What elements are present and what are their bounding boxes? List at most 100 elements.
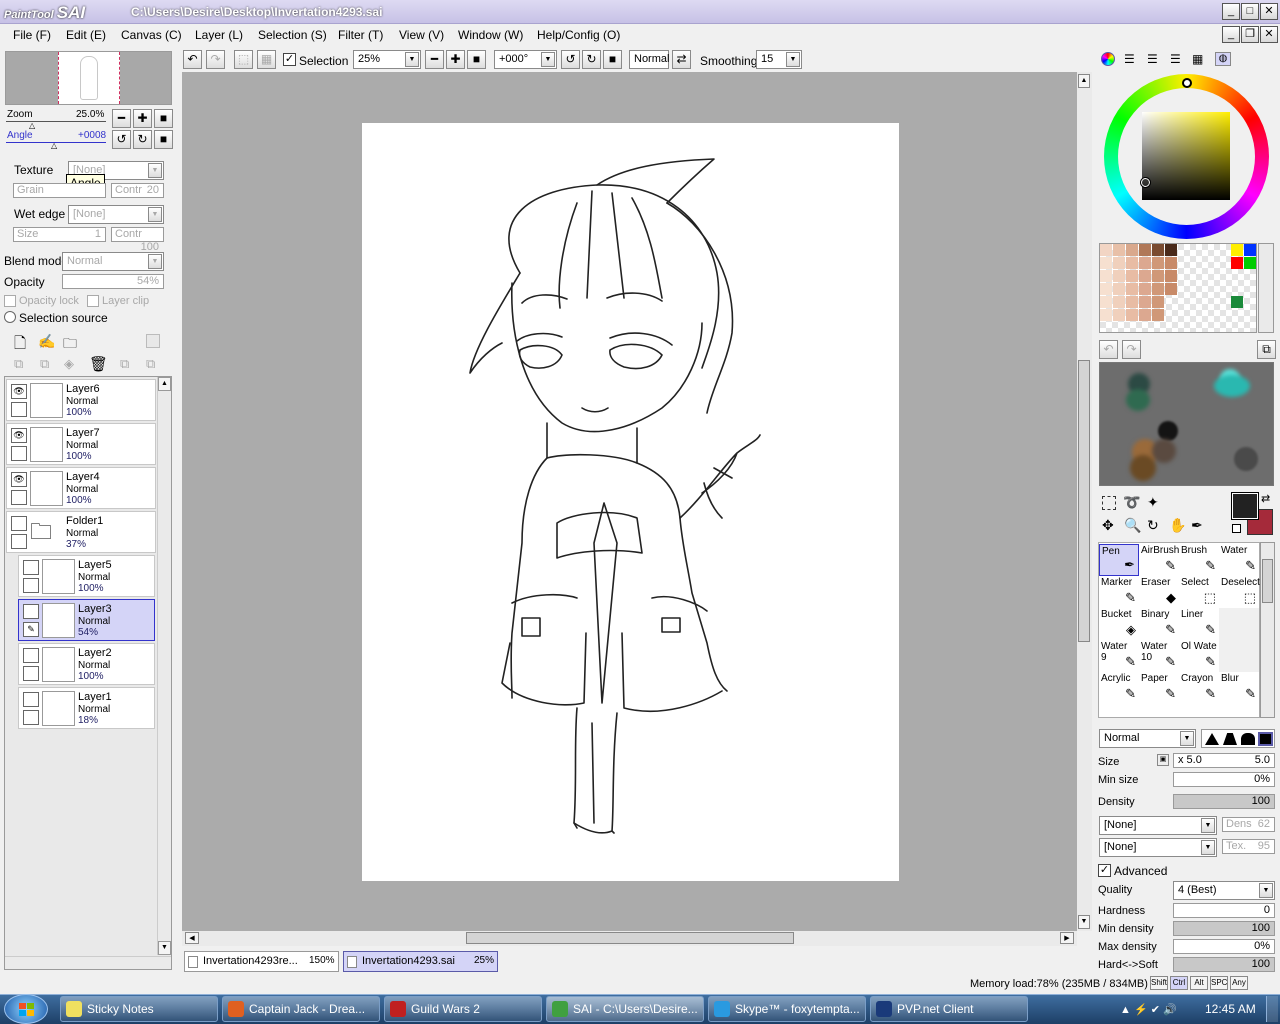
color-swatch[interactable] <box>1165 257 1177 269</box>
rgb-slider-tab-icon[interactable]: ☰ <box>1124 52 1135 66</box>
merge-down-icon[interactable]: ⧉ <box>14 356 23 372</box>
layer-panel-option-icon[interactable] <box>146 334 160 348</box>
toolbar-zoom-in-button[interactable]: ✚ <box>446 50 465 69</box>
wet-edge-select[interactable]: [None] ▼ <box>68 205 164 224</box>
move-tool-icon[interactable]: ✥ <box>1102 517 1114 534</box>
toolbar-rotate-left-button[interactable]: ↺ <box>561 50 580 69</box>
tool-liner[interactable]: Liner ✎ <box>1179 608 1219 640</box>
zoom-slider[interactable] <box>6 121 106 122</box>
scratchpad-tab-icon[interactable]: ◍ <box>1215 52 1231 66</box>
menu-file[interactable]: File (F) <box>13 28 51 42</box>
scratchpad[interactable] <box>1099 362 1274 486</box>
swatch-blue[interactable] <box>1244 244 1256 256</box>
color-swatch[interactable] <box>1100 296 1112 308</box>
layer-item[interactable]: 🗀 Folder1 Normal 37% <box>6 511 156 553</box>
color-swatch[interactable] <box>1113 257 1125 269</box>
taskbar-item[interactable]: Sticky Notes <box>60 996 218 1022</box>
scratchpad-clear-button[interactable]: ⧉ <box>1257 340 1276 359</box>
tool-bucket[interactable]: Bucket ◈ <box>1099 608 1139 640</box>
menu-filter[interactable]: Filter (T) <box>338 28 383 42</box>
tool-ol-wate[interactable]: Ol Wate ✎ <box>1179 640 1219 672</box>
flip-view-button[interactable]: ⇄ <box>672 50 691 69</box>
tool-marker[interactable]: Marker ✎ <box>1099 576 1139 608</box>
layer-item[interactable]: 👁 Layer4 Normal 100% <box>6 467 156 509</box>
layer-visibility-toggle[interactable]: 👁 <box>11 384 27 399</box>
menu-selection[interactable]: Selection (S) <box>258 28 327 42</box>
color-swatch[interactable] <box>1152 283 1164 295</box>
color-swatch[interactable] <box>1152 257 1164 269</box>
doc-tab-1[interactable]: Invertation4293re... 150% <box>184 951 339 972</box>
zoom-in-button[interactable]: ✚ <box>133 109 152 128</box>
brush-texture-strength[interactable]: Tex. 95 <box>1222 839 1275 854</box>
rect-select-tool-icon[interactable] <box>1102 496 1116 510</box>
color-swatch[interactable] <box>1100 244 1112 256</box>
hue-handle[interactable] <box>1182 78 1192 88</box>
color-swatch[interactable] <box>1126 257 1138 269</box>
color-swatch[interactable] <box>1113 296 1125 308</box>
advanced-checkbox[interactable]: ✓ <box>1098 864 1111 877</box>
new-folder-icon[interactable]: 🗀 <box>63 333 77 357</box>
swatch-red[interactable] <box>1231 257 1243 269</box>
color-swatch[interactable] <box>1165 270 1177 282</box>
tool-grid-scroll-thumb[interactable] <box>1262 559 1273 603</box>
taskbar-item[interactable]: Captain Jack - Drea... <box>222 996 380 1022</box>
color-swatch[interactable] <box>1126 296 1138 308</box>
layer-scroll-down-button[interactable]: ▼ <box>158 941 171 955</box>
layer-visibility-toggle[interactable] <box>23 692 39 707</box>
tool-grid-scrollbar[interactable] <box>1260 542 1275 718</box>
close-button[interactable]: ✕ <box>1260 3 1278 20</box>
canvas-vscrollbar[interactable]: ▲ ▼ <box>1077 72 1092 931</box>
toolbar-rotate-reset-button[interactable]: ■ <box>603 50 622 69</box>
layer-lock-toggle[interactable] <box>11 490 27 505</box>
swatch-yellow[interactable] <box>1231 244 1243 256</box>
color-swatch[interactable] <box>1139 283 1151 295</box>
layer-visibility-toggle[interactable]: 👁 <box>11 428 27 443</box>
min-density-slider[interactable]: 100 <box>1173 921 1275 936</box>
doc-restore-button[interactable]: ❐ <box>1241 26 1259 43</box>
swatch-scrollbar[interactable] <box>1258 243 1274 333</box>
wet-size-field[interactable]: Size 1 <box>13 227 106 242</box>
zoom-out-button[interactable]: ━ <box>112 109 131 128</box>
tool-blur[interactable]: Blur ✎ <box>1219 672 1259 704</box>
delete-layer-icon[interactable]: 🗑 <box>89 355 108 373</box>
color-swatch[interactable] <box>1126 283 1138 295</box>
canvas-hscrollbar[interactable]: ◀ ▶ <box>182 931 1077 946</box>
brush-shape-flat-icon[interactable] <box>1258 732 1273 746</box>
hsv-slider-tab-icon[interactable]: ☰ <box>1147 52 1158 66</box>
layer-item[interactable]: ✎ Layer3 Normal 54% <box>18 599 155 641</box>
swatch-tab-icon[interactable]: ▦ <box>1192 52 1203 66</box>
layer-lock-toggle[interactable] <box>11 402 27 417</box>
transfer-layer-icon[interactable]: ⧉ <box>146 356 155 372</box>
selection-source-radio[interactable] <box>4 311 16 323</box>
scratchpad-undo-button[interactable]: ↶ <box>1099 340 1118 359</box>
layer-item[interactable]: Layer1 Normal 18% <box>18 687 155 729</box>
brush-size-lock-icon[interactable]: ▣ <box>1157 754 1169 766</box>
color-swatch[interactable] <box>1152 270 1164 282</box>
angle-slider-handle[interactable]: △ <box>51 141 57 150</box>
brush-blend-texture-select[interactable]: [None] ▼ <box>1099 838 1217 857</box>
tool-water-10[interactable]: Water 10 ✎ <box>1139 640 1179 672</box>
toolbar-zoom-out-button[interactable]: ━ <box>425 50 444 69</box>
canvas-scroll-right-button[interactable]: ▶ <box>1060 932 1074 944</box>
max-density-slider[interactable]: 0% <box>1173 939 1275 954</box>
layer-item[interactable]: Layer2 Normal 100% <box>18 643 155 685</box>
quality-select[interactable]: 4 (Best) ▼ <box>1173 881 1275 900</box>
color-swatch[interactable] <box>1139 257 1151 269</box>
tool-empty[interactable] <box>1219 608 1259 640</box>
doc-tab-2[interactable]: Invertation4293.sai 25% <box>343 951 498 972</box>
canvas-scroll-down-button[interactable]: ▼ <box>1078 915 1090 929</box>
color-swatch[interactable] <box>1113 244 1125 256</box>
minimize-button[interactable]: _ <box>1222 3 1240 20</box>
brush-mode-select[interactable]: Normal ▼ <box>1099 729 1196 748</box>
navigator-preview[interactable] <box>5 51 172 105</box>
density-slider[interactable]: 100 <box>1173 794 1275 809</box>
canvas-page[interactable] <box>362 123 899 881</box>
merge-layer-icon[interactable]: ⧉ <box>40 356 49 372</box>
show-desktop-button[interactable] <box>1266 996 1278 1022</box>
rotate-right-button[interactable]: ↻ <box>133 130 152 149</box>
canvas-hscroll-thumb[interactable] <box>466 932 794 944</box>
taskbar-item[interactable]: PVP.net Client <box>870 996 1028 1022</box>
tool-paper[interactable]: Paper ✎ <box>1139 672 1179 704</box>
canvas-scroll-left-button[interactable]: ◀ <box>185 932 199 944</box>
sv-handle[interactable] <box>1140 177 1151 188</box>
